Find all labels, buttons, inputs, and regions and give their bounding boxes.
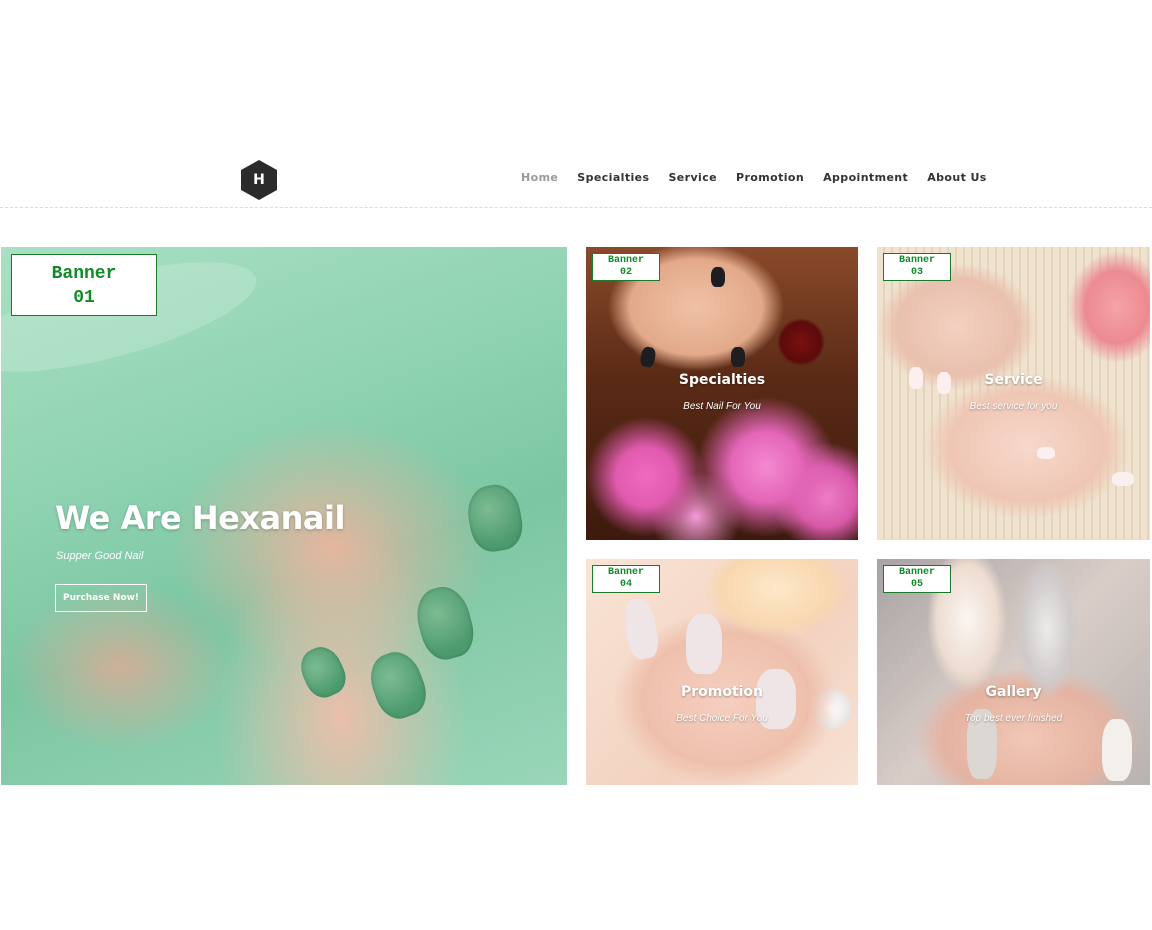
purchase-now-button[interactable]: Purchase Now! [55, 584, 147, 612]
acrylic-nail-image [1102, 719, 1132, 781]
banner-label: Banner 02 [592, 253, 660, 281]
french-nail-image [1112, 472, 1134, 486]
green-nail-image [410, 581, 480, 665]
banner-label-number: 02 [619, 267, 632, 278]
french-nail-image [1037, 447, 1055, 459]
black-nail-image [711, 267, 725, 287]
nav-item-specialties[interactable]: Specialties [577, 171, 649, 185]
banner-label: Banner 01 [15, 258, 153, 312]
nav-item-appointment[interactable]: Appointment [823, 171, 908, 185]
hero-title: We Are Hexanail [55, 499, 345, 537]
black-nail-image [639, 345, 657, 369]
jeweled-nail-image [621, 596, 661, 662]
nav-item-service[interactable]: Service [668, 171, 717, 185]
jeweled-nail-image [686, 614, 722, 674]
banner-label-text: Banner [51, 264, 117, 284]
banner-label-number: 01 [73, 288, 95, 308]
green-nail-image [463, 480, 527, 556]
tile-title: Service [984, 372, 1043, 388]
tile-subtitle: Best service for you [969, 401, 1058, 412]
tile-title: Gallery [985, 684, 1042, 700]
banner-label-text: Banner [898, 567, 935, 578]
header-divider [0, 207, 1152, 208]
tile-subtitle: Top best ever finished [964, 713, 1063, 724]
banner-label: Banner 05 [883, 565, 951, 593]
tile-title: Promotion [680, 684, 764, 700]
tile-specialties[interactable]: Banner 02 Specialties Best Nail For You [586, 247, 858, 540]
nav-item-home[interactable]: Home [521, 171, 558, 185]
tile-subtitle: Best Nail For You [683, 401, 761, 412]
hero-banner[interactable]: Banner 01 We Are Hexanail Supper Good Na… [1, 247, 567, 785]
tile-subtitle: Best Choice For You [676, 713, 768, 724]
tile-promotion[interactable]: Banner 04 Promotion Best Choice For You [586, 559, 858, 785]
banner-label: Banner 03 [883, 253, 951, 281]
tile-title: Specialties [678, 372, 766, 388]
banner-label-number: 04 [619, 579, 632, 590]
nav-item-promotion[interactable]: Promotion [736, 171, 804, 185]
banner-label-number: 05 [910, 579, 923, 590]
banner-label-text: Banner [607, 567, 644, 578]
tile-service[interactable]: Banner 03 Service Best service for you [877, 247, 1150, 540]
hero-subtitle: Supper Good Nail [56, 550, 144, 562]
green-nail-image [294, 640, 352, 704]
logo-letter: H [253, 172, 265, 188]
banner-label-text: Banner [607, 255, 644, 266]
banner-label-number: 03 [910, 267, 923, 278]
tile-gallery[interactable]: Banner 05 Gallery Top best ever finished [877, 559, 1150, 785]
site-logo[interactable]: H [241, 160, 277, 200]
banner-label: Banner 04 [592, 565, 660, 593]
main-nav: Home Specialties Service Promotion Appoi… [521, 171, 1006, 185]
nav-item-about-us[interactable]: About Us [927, 171, 987, 185]
banner-label-text: Banner [898, 255, 935, 266]
black-nail-image [731, 347, 745, 367]
green-nail-image [363, 645, 433, 725]
